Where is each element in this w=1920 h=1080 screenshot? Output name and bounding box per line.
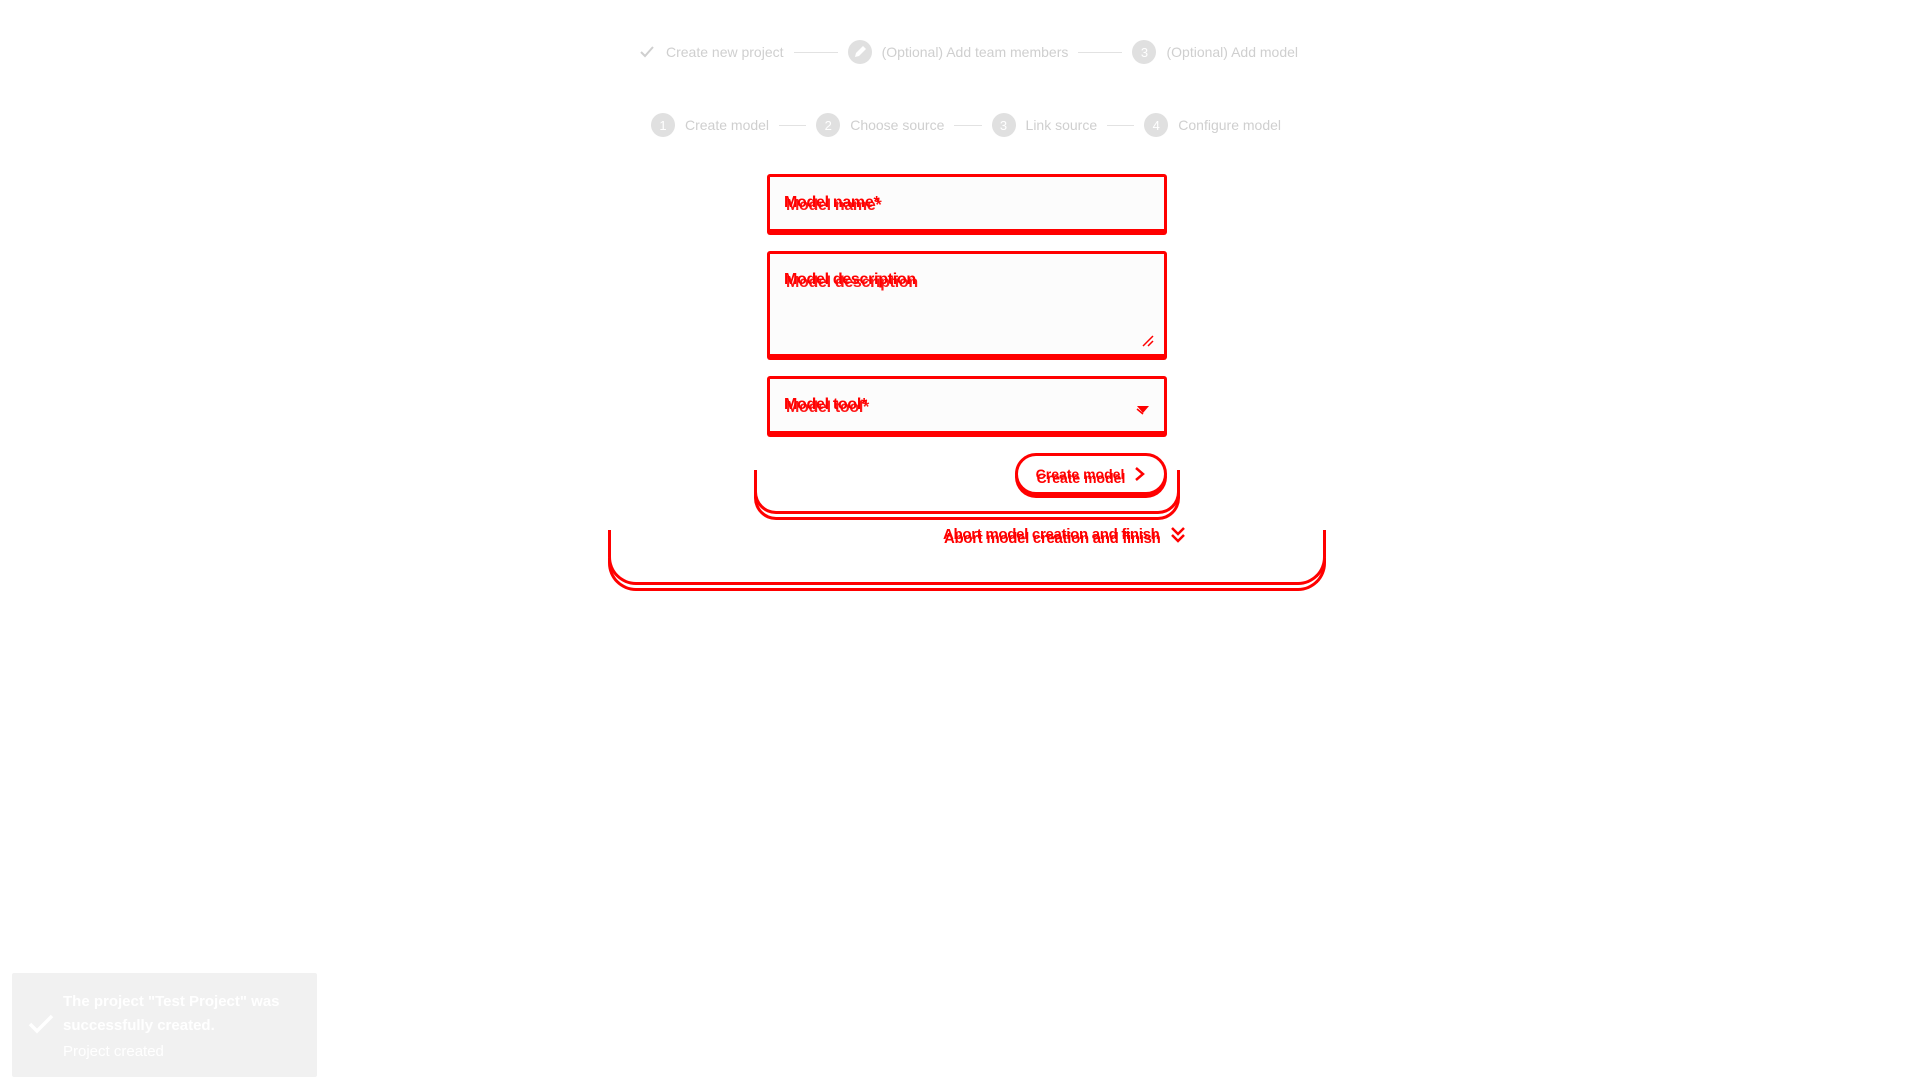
model-step-label: Choose source	[850, 117, 945, 133]
stepper-connector	[779, 124, 807, 126]
model-tool-label-shadow: Model tool*	[786, 399, 869, 416]
create-model-button-label-shadow: Create model	[1036, 470, 1126, 486]
project-step-label: Create new project	[666, 44, 784, 60]
toast-title: Project created	[63, 1043, 164, 1060]
model-step-create-model: 1 Create model	[651, 113, 769, 137]
model-description-label-shadow: Model description	[786, 274, 918, 291]
step-number-badge: 4	[1144, 113, 1169, 137]
stepper-connector	[1107, 124, 1135, 126]
step-number-badge: 3	[1132, 40, 1157, 64]
project-step-label: (Optional) Add team members	[881, 44, 1069, 60]
chevron-right-icon	[1134, 467, 1146, 481]
project-step-add-model: 3 (Optional) Add model	[1132, 40, 1298, 64]
project-stepper: Create new project (Optional) Add team m…	[638, 40, 1298, 64]
project-step-add-team: (Optional) Add team members	[847, 40, 1069, 64]
model-step-link-source: 3 Link source	[991, 113, 1098, 137]
stepper-connector	[954, 124, 982, 126]
step-number-badge: 2	[816, 113, 841, 137]
abort-link-label: Abort model creation and finish Abort mo…	[943, 525, 1161, 547]
abort-link-label-shadow: Abort model creation and finish	[944, 529, 1161, 547]
toast-message: The project "Test Project" was successfu…	[63, 993, 280, 1034]
resize-handle-icon[interactable]	[1142, 334, 1154, 347]
stepper-connector	[793, 51, 838, 53]
caret-down-icon	[1136, 402, 1150, 415]
model-stepper: 1 Create model 2 Choose source 3 Link so…	[651, 113, 1281, 137]
step-number-badge: 3	[991, 113, 1016, 137]
model-step-label: Configure model	[1178, 117, 1282, 133]
double-chevron-down-icon	[1170, 525, 1186, 543]
model-name-field[interactable]: Model name* Model name*	[767, 174, 1167, 232]
model-tool-label: Model tool* Model tool*	[784, 396, 869, 416]
model-step-choose-source: 2 Choose source	[816, 113, 944, 137]
stepper-connector	[1078, 51, 1123, 53]
project-step-label: (Optional) Add model	[1166, 44, 1299, 60]
check-icon	[638, 43, 656, 61]
check-icon	[28, 1013, 54, 1035]
model-description-label: Model description Model description	[784, 271, 918, 291]
model-step-configure-model: 4 Configure model	[1144, 113, 1281, 137]
model-step-label: Link source	[1025, 117, 1098, 133]
model-description-field[interactable]: Model description Model description	[767, 251, 1167, 357]
model-name-label-shadow: Model name*	[786, 197, 882, 214]
abort-model-creation-link[interactable]: Abort model creation and finish Abort mo…	[943, 525, 1186, 547]
step-number-badge: 1	[651, 113, 675, 137]
create-model-button-label: Create model Create model	[1035, 466, 1126, 486]
create-model-button[interactable]: Create model Create model	[1015, 453, 1167, 495]
model-tool-select[interactable]: Model tool* Model tool*	[767, 376, 1167, 434]
toast-notification: The project "Test Project" was successfu…	[12, 973, 317, 1077]
pencil-icon	[847, 40, 872, 64]
model-name-label: Model name* Model name*	[784, 194, 882, 214]
model-step-label: Create model	[685, 117, 770, 133]
project-step-create-project: Create new project	[638, 43, 784, 61]
